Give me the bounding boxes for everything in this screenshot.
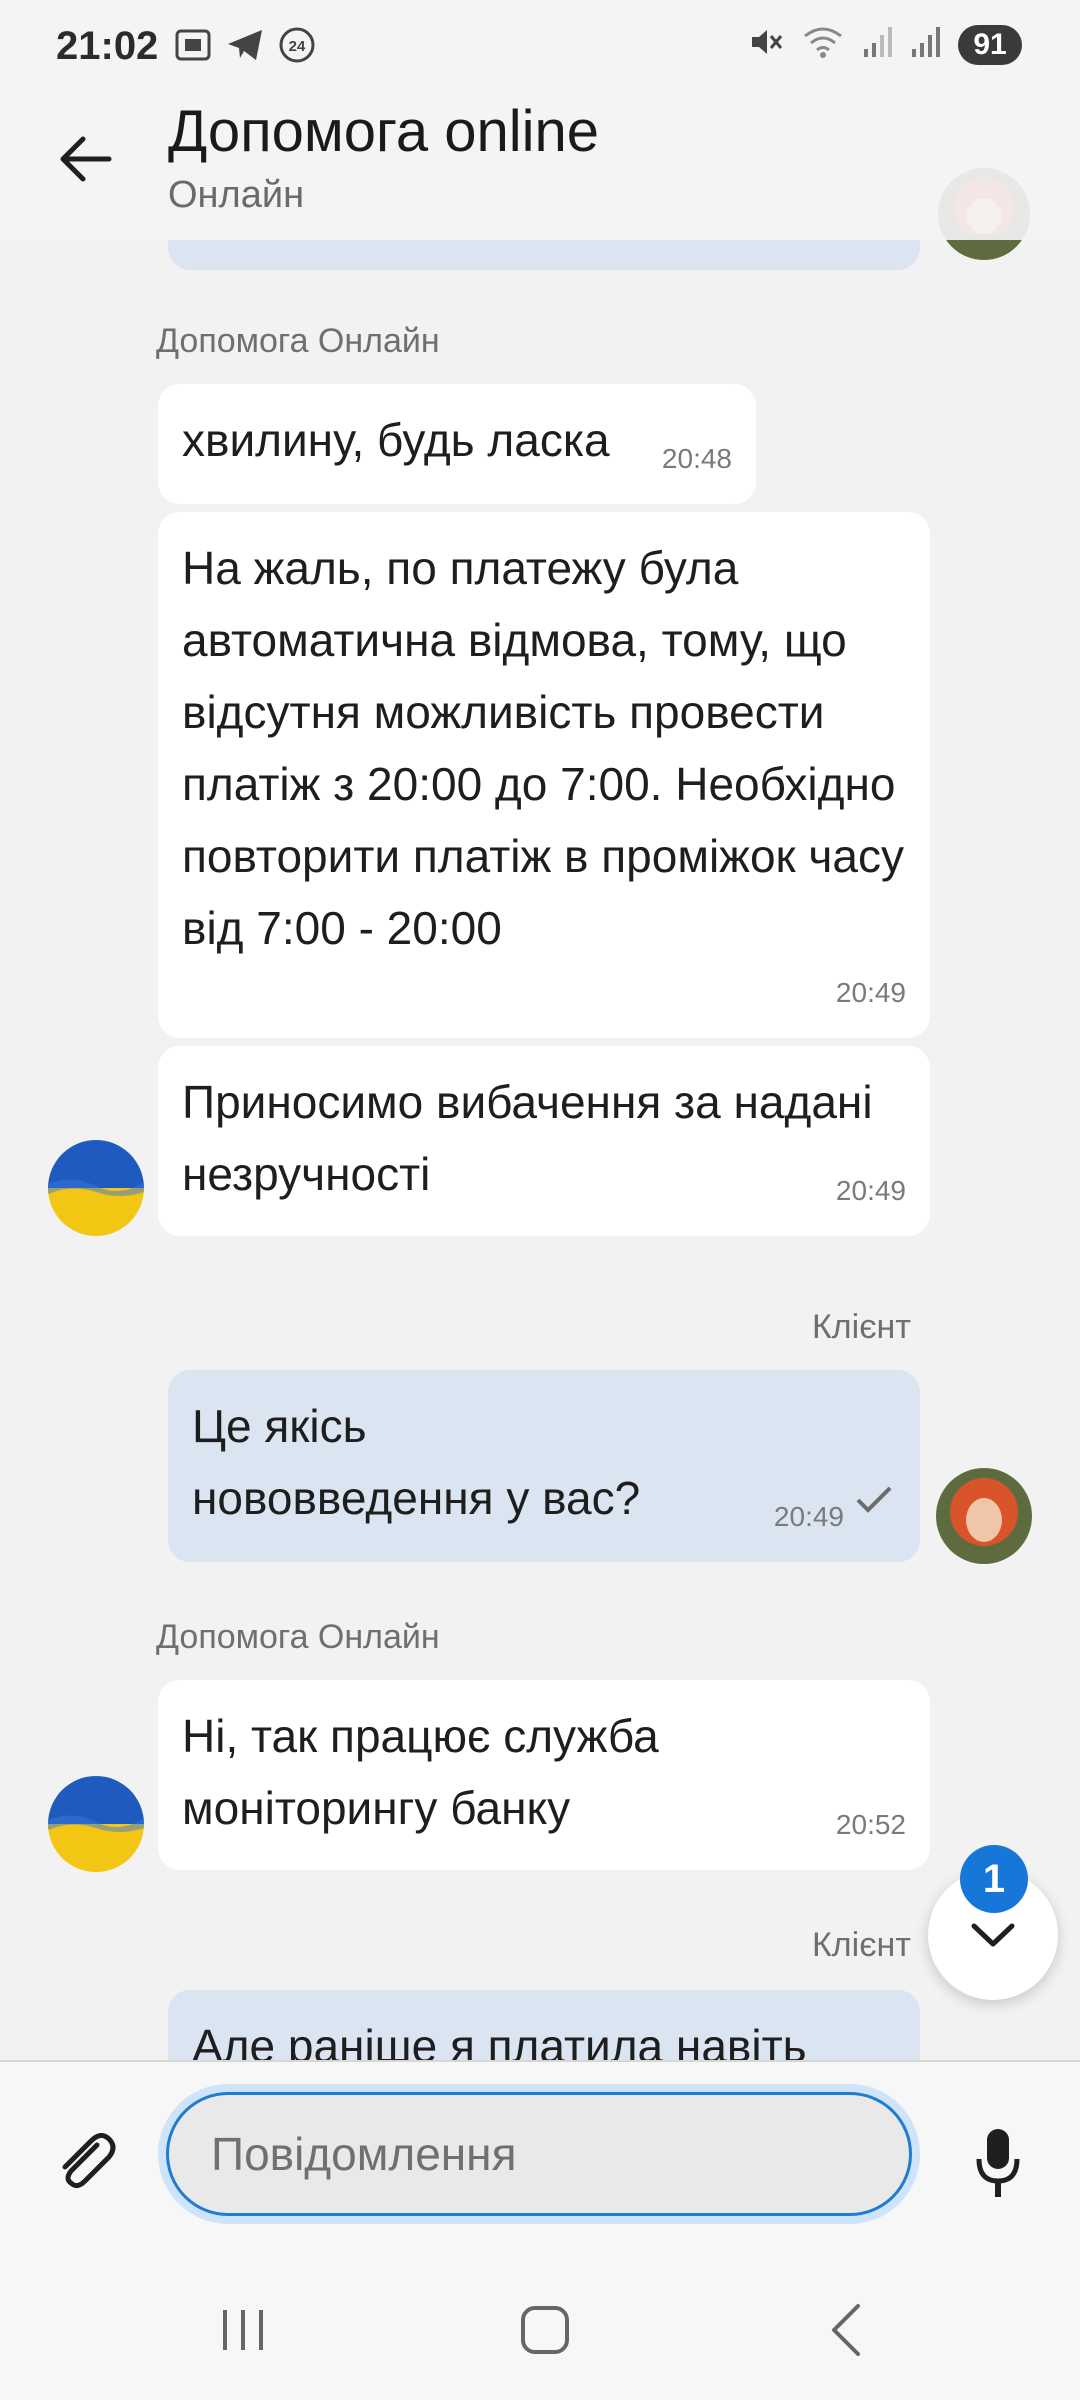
outgoing-message-bubble[interactable]: Але раніше я платила навіть: [168, 1990, 920, 2060]
top-bar: 21:02 24 91 Допомога online Онлайн: [0, 0, 1080, 240]
back-button[interactable]: [50, 124, 120, 194]
mute-icon: [748, 24, 784, 65]
message-text: хвилину, будь ласка: [182, 414, 610, 466]
unread-count-badge: 1: [960, 1845, 1028, 1913]
message-composer: [0, 2060, 1080, 2260]
chevron-down-icon: [971, 1923, 1015, 1947]
message-text: На жаль, по платежу була автоматична від…: [182, 542, 904, 954]
chat-area[interactable]: Допомога Онлайн хвилину, будь ласка 20:4…: [0, 0, 1080, 2060]
24-badge-icon: 24: [278, 26, 316, 69]
message-text: Це якісь нововведення у вас?: [192, 1400, 641, 1524]
microphone-button[interactable]: [958, 2118, 1038, 2208]
support-avatar-flag: [48, 1776, 144, 1872]
message-text: Але раніше я платила навіть: [192, 2020, 807, 2060]
status-bar: 21:02 24 91: [0, 0, 1080, 100]
svg-text:24: 24: [289, 38, 306, 55]
message-time: 20:48: [661, 443, 732, 474]
support-avatar-flag: [48, 1140, 144, 1236]
signal-icon: [910, 25, 940, 64]
battery-indicator: 91: [958, 24, 1022, 65]
telegram-icon: [226, 27, 264, 68]
home-button[interactable]: [500, 2290, 590, 2370]
message-text: Приносимо вибачення за надані незручност…: [182, 1076, 873, 1200]
message-bubble[interactable]: хвилину, будь ласка 20:48: [158, 384, 756, 504]
message-bubble[interactable]: На жаль, по платежу була автоматична від…: [158, 512, 930, 1038]
message-bubble[interactable]: Приносимо вибачення за надані незручност…: [158, 1046, 930, 1236]
arrow-left-icon: [60, 136, 112, 182]
message-input[interactable]: [166, 2092, 912, 2216]
back-nav-button[interactable]: [802, 2290, 892, 2370]
sender-name: Допомога Онлайн: [156, 1618, 440, 1656]
recent-apps-button[interactable]: [198, 2290, 288, 2370]
outgoing-message-bubble[interactable]: Це якісь нововведення у вас? 20:49: [168, 1370, 920, 1562]
chat-title[interactable]: Допомога online: [168, 98, 599, 165]
signal-icon: [862, 25, 892, 64]
status-time: 21:02: [56, 24, 159, 68]
client-avatar: [936, 1468, 1032, 1564]
message-time: 20:52: [835, 1809, 906, 1840]
message-time: 20:49: [773, 1501, 844, 1532]
attach-button[interactable]: [46, 2122, 126, 2202]
sender-name: Допомога Онлайн: [156, 322, 440, 360]
message-time: 20:49: [835, 977, 906, 1008]
message-bubble[interactable]: Ні, так працює служба моніторингу банку …: [158, 1680, 930, 1870]
chat-header: Допомога online Онлайн: [0, 90, 1080, 240]
sent-check-icon: [854, 1464, 894, 1536]
sender-name: Клієнт: [812, 1308, 911, 1346]
message-input-wrap: [158, 2084, 920, 2224]
system-navigation-bar: [0, 2260, 1080, 2400]
back-nav-icon: [832, 2304, 860, 2356]
wifi-icon: [802, 24, 844, 65]
chat-status: Онлайн: [168, 174, 305, 216]
message-text: Ні, так працює служба моніторингу банку: [182, 1710, 659, 1834]
sender-name: Клієнт: [812, 1926, 911, 1964]
message-time: 20:49: [835, 1175, 906, 1206]
home-icon: [521, 2306, 569, 2354]
screenshot-icon: [174, 27, 212, 68]
recent-apps-icon: [223, 2310, 263, 2350]
paperclip-icon: [62, 2133, 116, 2189]
microphone-icon: [976, 2129, 1020, 2197]
